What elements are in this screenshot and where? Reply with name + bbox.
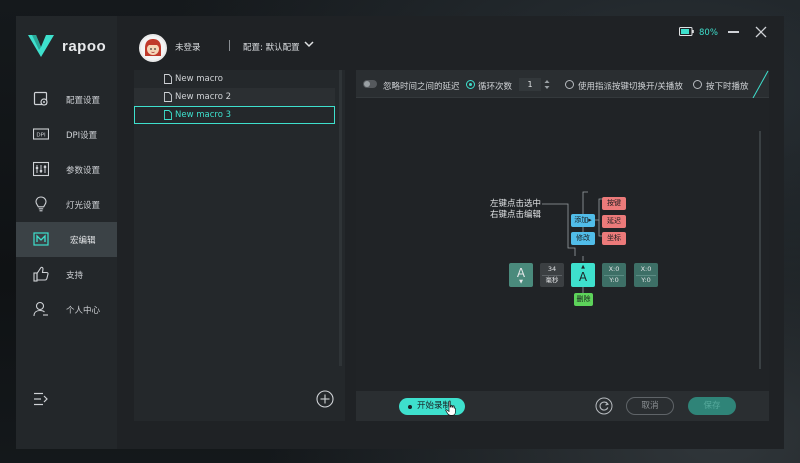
stepper-arrows-icon[interactable] [544, 79, 550, 90]
sidebar-item-label: 个人中心 [66, 306, 101, 316]
sidebar-item-dpi[interactable]: DPI DPI设置 [16, 117, 117, 152]
logo-text: rapoo [62, 37, 107, 55]
sidebar-item-label: DPI设置 [66, 131, 98, 141]
macro-delay-action[interactable]: 34 毫秒 [540, 263, 564, 287]
coord-y: Y:0 [641, 276, 651, 284]
sidebar-item-lighting[interactable]: 灯光设置 [16, 187, 117, 222]
insert-key-chip[interactable]: 按键 [602, 197, 626, 210]
sliders-icon [33, 161, 49, 177]
sidebar: rapoo 配置设置 DPI DPI设置 参数设置 灯光设置 宏编辑 支持 个人… [16, 16, 117, 449]
document-icon [164, 92, 172, 102]
toggle-playback-label: 使用指派按键切换开/关播放 [578, 82, 683, 92]
delay-unit: 毫秒 [545, 276, 559, 284]
chevron-down-icon[interactable] [304, 40, 314, 48]
macro-icon [33, 232, 49, 246]
document-icon [164, 74, 172, 84]
header-divider [229, 40, 230, 51]
macro-list-item[interactable]: New macro [134, 70, 335, 88]
guide-connector-lines [542, 191, 603, 293]
sidebar-item-parameters[interactable]: 参数设置 [16, 152, 117, 187]
sidebar-item-label: 灯光设置 [66, 201, 101, 211]
cancel-button[interactable]: 取消 [626, 397, 674, 415]
rapoo-logo-icon [28, 35, 54, 57]
sidebar-item-label: 参数设置 [66, 166, 101, 176]
sidebar-item-macro-editor[interactable]: 宏编辑 [16, 222, 117, 257]
macro-list-panel: New macro New macro 2 New macro 3 [134, 70, 345, 421]
thumbs-up-icon [33, 266, 49, 282]
editor-bottom-bar: 开始录制 取消 保存 [356, 391, 769, 421]
save-button[interactable]: 保存 [688, 397, 736, 415]
profile-settings-icon [33, 91, 48, 106]
user-icon [33, 301, 48, 317]
macro-list-item[interactable]: New macro 2 [134, 88, 335, 106]
guide-text-right-click: 右键点击编辑 [490, 210, 542, 220]
document-icon [164, 110, 172, 120]
list-scrollbar[interactable] [339, 70, 342, 366]
avatar[interactable] [139, 34, 167, 62]
modify-chip[interactable]: 修改 [571, 232, 595, 245]
lightbulb-icon [35, 196, 47, 212]
macro-list-item-selected[interactable]: New macro 3 [134, 106, 335, 124]
guide-text-left-click: 左键点击选中 [490, 199, 542, 209]
coord-x: X:0 [608, 265, 620, 273]
loop-count-input[interactable]: 1 [519, 78, 541, 91]
user-name[interactable]: 未登录 [175, 41, 201, 53]
sidebar-item-personal-center[interactable]: 个人中心 [16, 292, 117, 327]
sidebar-nav: 配置设置 DPI DPI设置 参数设置 灯光设置 宏编辑 支持 个人中心 [16, 82, 117, 327]
sidebar-item-support[interactable]: 支持 [16, 257, 117, 292]
battery-percentage: 80% [699, 28, 718, 38]
avatar-face-icon [141, 36, 165, 60]
toggle-playback-radio[interactable] [565, 80, 574, 89]
config-selector[interactable]: 配置: 默认配置 [243, 41, 300, 53]
insert-delay-chip[interactable]: 延迟 [602, 215, 626, 228]
collapse-menu-icon[interactable] [33, 392, 48, 406]
sidebar-item-label: 支持 [66, 271, 84, 281]
macro-key-action[interactable]: A ▼ [509, 263, 533, 287]
key-label: A [516, 266, 526, 280]
add-chip[interactable]: 添加▸ [571, 214, 595, 227]
record-dot-icon [408, 405, 412, 409]
macro-coordinate-action[interactable]: X:0 Y:0 [634, 263, 658, 287]
header: 未登录 配置: 默认配置 80% [117, 16, 784, 70]
key-down-arrow-icon: ▼ [519, 279, 523, 285]
sidebar-item-profile-settings[interactable]: 配置设置 [16, 82, 117, 117]
loop-count-radio[interactable] [466, 80, 475, 89]
brand-logo: rapoo [28, 34, 106, 58]
mouse-cursor-icon [445, 400, 456, 416]
editor-scrollbar[interactable] [759, 131, 761, 369]
macro-name: New macro 3 [175, 110, 232, 120]
delete-chip[interactable]: 删除 [574, 293, 593, 306]
reset-icon[interactable] [595, 397, 613, 415]
battery-icon [679, 27, 694, 36]
hold-playback-label: 按下时播放 [706, 82, 749, 92]
sidebar-item-label: 宏编辑 [70, 236, 96, 246]
svg-text:DPI: DPI [36, 133, 46, 139]
ignore-delay-toggle[interactable] [363, 80, 377, 88]
macro-name: New macro 2 [175, 92, 232, 102]
insert-coordinate-chip[interactable]: 坐标 [602, 232, 626, 245]
coord-x: X:0 [640, 265, 652, 273]
corner-decoration [752, 70, 769, 98]
sidebar-item-label: 配置设置 [66, 96, 101, 106]
delay-value: 34 [547, 265, 557, 273]
dpi-icon: DPI [33, 128, 49, 140]
ignore-delay-label: 忽略时间之间的延迟 [383, 82, 460, 92]
macro-options-bar: 忽略时间之间的延迟 循环次数 1 使用指派按键切换开/关播放 按下时播放 [356, 70, 769, 98]
macro-editor-panel: 忽略时间之间的延迟 循环次数 1 使用指派按键切换开/关播放 按下时播放 左键点… [356, 70, 769, 421]
app-window: rapoo 配置设置 DPI DPI设置 参数设置 灯光设置 宏编辑 支持 个人… [16, 16, 784, 449]
macro-key-action-selected[interactable]: ▲ A [571, 263, 595, 287]
add-macro-icon[interactable] [316, 390, 334, 408]
key-label: A [578, 270, 588, 284]
macro-name: New macro [175, 74, 223, 84]
coord-y: Y:0 [609, 276, 619, 284]
macro-coordinate-action[interactable]: X:0 Y:0 [602, 263, 626, 287]
close-icon[interactable] [755, 26, 767, 38]
hold-playback-radio[interactable] [693, 80, 702, 89]
loop-count-label: 循环次数 [478, 82, 513, 92]
minimize-icon[interactable] [728, 31, 739, 33]
